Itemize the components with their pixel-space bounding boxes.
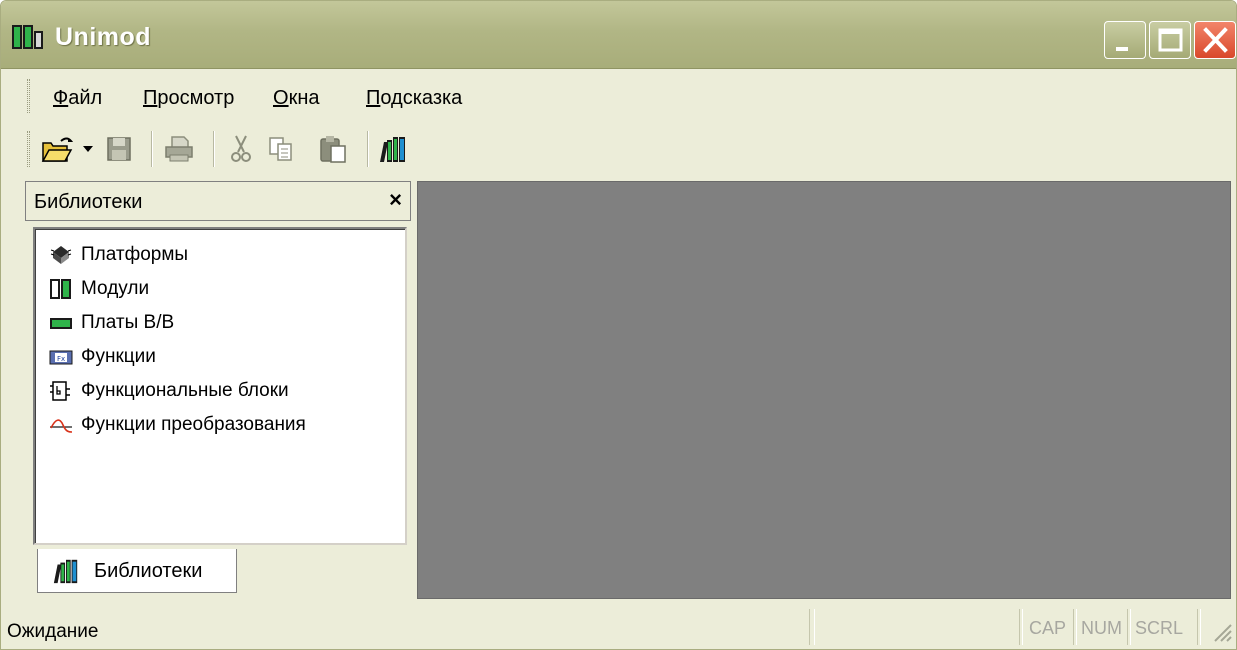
status-cap-indicator: CAP <box>1029 618 1067 638</box>
app-icon <box>12 25 43 49</box>
paste-icon <box>320 136 346 163</box>
tree-item-label: Функции <box>81 346 156 367</box>
menu-view[interactable]: Просмотр <box>143 87 234 110</box>
window-title: Unimod <box>55 23 152 51</box>
libraries-button[interactable] <box>375 129 411 169</box>
tree-item-label: Платы В/В <box>81 312 175 333</box>
tree-item-transform-functions[interactable]: Функции преобразования <box>49 411 306 439</box>
module-icon <box>50 279 71 299</box>
status-num-indicator: NUM <box>1081 618 1122 638</box>
function-block-icon <box>50 381 70 401</box>
libraries-tree[interactable]: Платформы Модули Платы В/В Fx Функции Фу… <box>33 227 407 545</box>
tree-item-platforms[interactable]: Платформы <box>49 241 188 269</box>
resize-grip-icon[interactable] <box>1209 619 1233 643</box>
library-icon <box>53 559 78 584</box>
status-bar: Ожидание CAP NUM SCRL <box>1 603 1236 649</box>
toolbar <box>1 123 1236 179</box>
close-icon <box>1203 27 1228 53</box>
svg-text:Fx: Fx <box>57 355 65 363</box>
maximize-button[interactable] <box>1149 21 1191 59</box>
menu-windows-mnemonic: О <box>273 87 289 109</box>
tree-item-modules[interactable]: Модули <box>49 275 149 303</box>
libraries-panel-title: Библиотеки <box>34 191 143 213</box>
toolbar-separator <box>151 131 153 167</box>
status-message: Ожидание <box>7 621 99 642</box>
menu-windows[interactable]: Окна <box>273 87 319 110</box>
menu-windows-label: кна <box>288 87 320 109</box>
status-scrl-indicator: SCRL <box>1135 618 1184 638</box>
menu-help-label: одсказка <box>380 87 463 109</box>
libraries-panel-header[interactable]: Библиотеки × <box>25 181 411 221</box>
tab-libraries[interactable]: Библиотеки <box>37 549 237 593</box>
status-divider <box>1127 609 1131 645</box>
open-icon <box>41 137 73 162</box>
menu-file-mnemonic: Ф <box>53 87 69 109</box>
platform-icon <box>50 246 72 264</box>
menu-file-label: айл <box>68 87 103 109</box>
close-button[interactable] <box>1194 21 1236 59</box>
mdi-workspace[interactable] <box>417 181 1231 599</box>
save-icon <box>107 137 131 161</box>
tree-item-label: Модули <box>81 278 150 299</box>
open-button[interactable] <box>39 129 75 169</box>
app-window: Unimod Файл Просмотр Окна Подсказка Библ… <box>0 0 1237 650</box>
cut-icon <box>231 135 251 162</box>
tree-item-function-blocks[interactable]: Функциональные блоки <box>49 377 289 405</box>
menu-view-mnemonic: П <box>143 87 158 109</box>
menu-file[interactable]: Файл <box>53 87 102 110</box>
tree-item-functions[interactable]: Fx Функции <box>49 343 156 371</box>
tree-item-label: Функциональные блоки <box>81 380 289 401</box>
status-divider <box>1073 609 1077 645</box>
toolbar-separator <box>367 131 369 167</box>
library-icon <box>380 137 405 162</box>
print-button[interactable] <box>161 129 197 169</box>
menu-bar: Файл Просмотр Окна Подсказка <box>1 71 1236 121</box>
transform-function-icon <box>50 419 73 433</box>
paste-button[interactable] <box>315 129 351 169</box>
copy-icon <box>269 137 292 161</box>
open-dropdown-button[interactable] <box>77 129 99 169</box>
function-icon: Fx <box>49 350 73 365</box>
menu-help[interactable]: Подсказка <box>366 87 462 110</box>
libraries-panel: Библиотеки × Платформы Модули Платы В/В … <box>25 181 415 599</box>
tab-libraries-label: Библиотеки <box>94 560 203 582</box>
status-divider <box>1019 609 1023 645</box>
maximize-icon <box>1158 28 1183 52</box>
copy-button[interactable] <box>263 129 299 169</box>
dropdown-arrow-icon <box>83 146 93 152</box>
tree-item-label: Функции преобразования <box>81 414 306 435</box>
minimize-button[interactable] <box>1104 21 1146 59</box>
io-board-icon <box>50 318 72 329</box>
cut-button[interactable] <box>223 129 259 169</box>
toolbar-separator <box>213 131 215 167</box>
title-bar[interactable]: Unimod <box>1 1 1236 69</box>
menu-help-mnemonic: П <box>366 87 381 109</box>
print-icon <box>165 136 193 162</box>
menubar-grip[interactable] <box>27 79 30 113</box>
tree-item-label: Платформы <box>81 244 189 265</box>
save-button[interactable] <box>101 129 137 169</box>
libraries-panel-close-icon[interactable]: × <box>389 187 402 213</box>
tree-item-io-boards[interactable]: Платы В/В <box>49 309 174 337</box>
menu-view-label: росмотр <box>157 87 235 109</box>
status-divider <box>809 609 815 645</box>
status-divider <box>1197 609 1201 645</box>
minimize-icon <box>1116 47 1128 51</box>
toolbar-grip[interactable] <box>27 131 30 167</box>
